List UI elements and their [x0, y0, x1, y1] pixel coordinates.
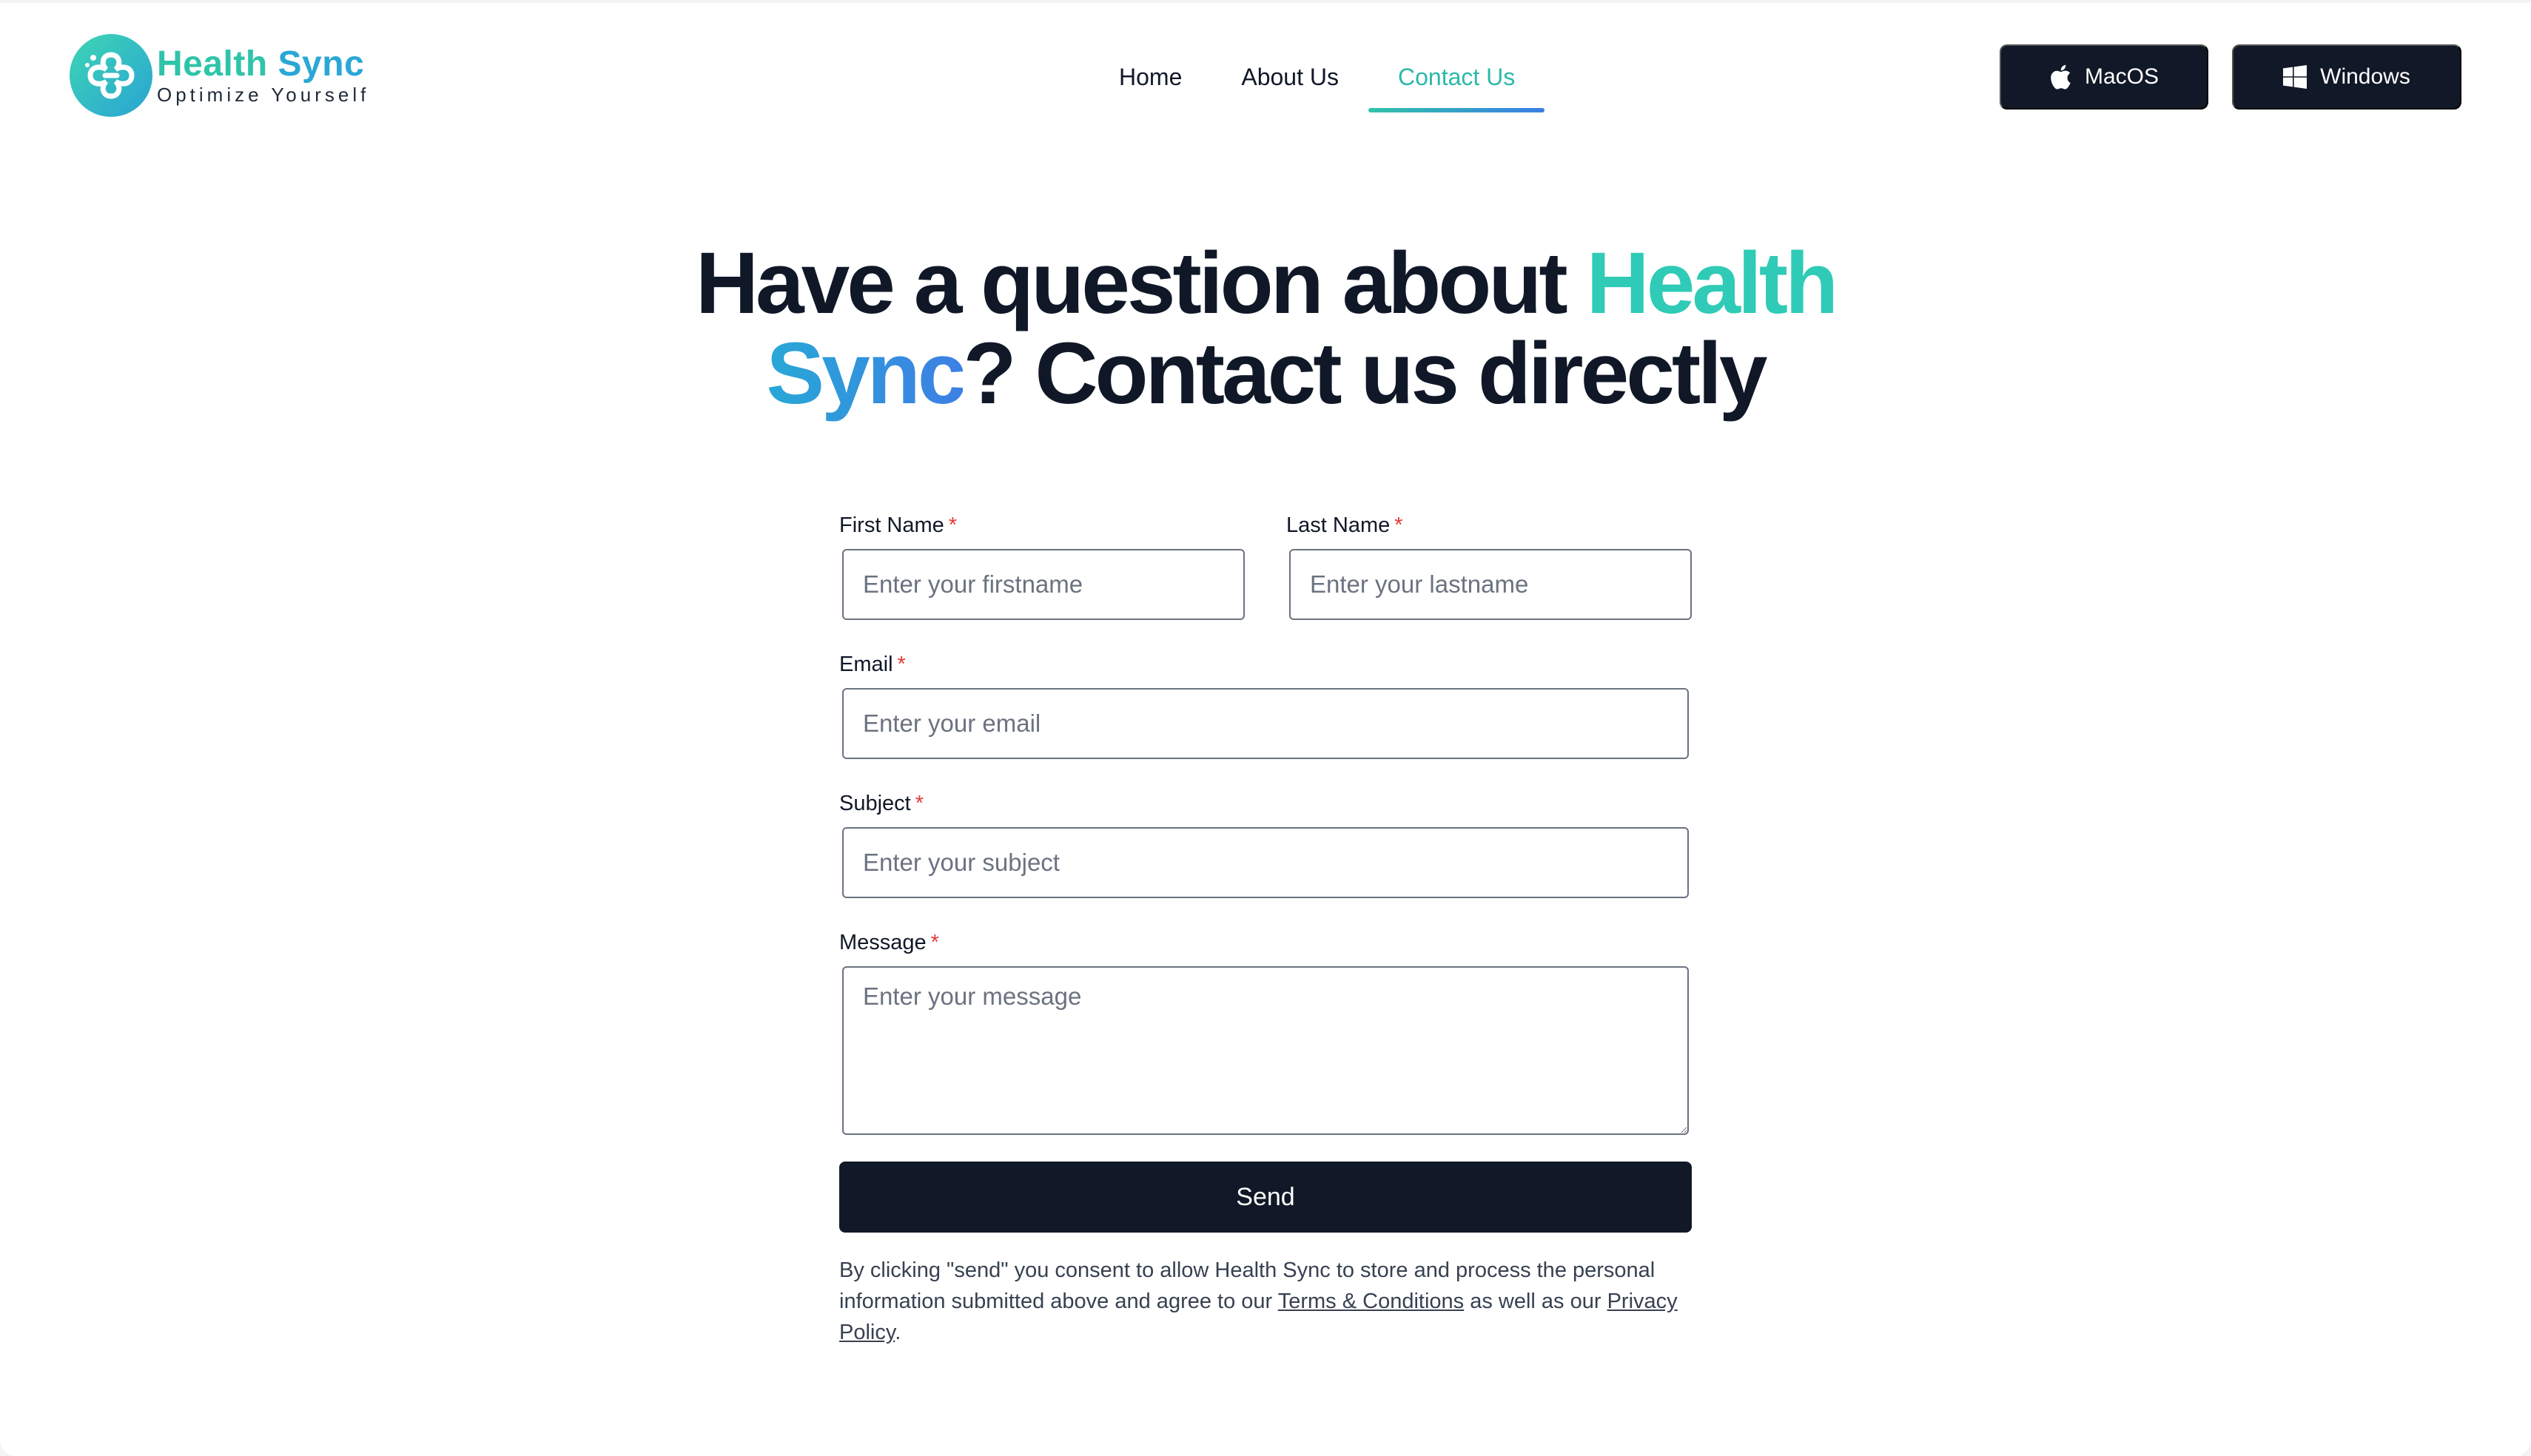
subject-label-text: Subject [839, 792, 911, 815]
subject-input[interactable] [842, 827, 1689, 898]
hero-text-part1: Have a question about [695, 235, 1587, 332]
terms-conditions-link[interactable]: Terms & Conditions [1278, 1290, 1464, 1313]
message-textarea[interactable] [842, 966, 1689, 1135]
contact-form: First Name* Last Name* Email* Subject* M… [839, 510, 1692, 1348]
required-mark: * [1394, 513, 1403, 537]
hero-accent-sync: Sync [766, 325, 966, 422]
nav-contact-us[interactable]: Contact Us [1368, 55, 1545, 112]
send-button[interactable]: Send [839, 1162, 1692, 1233]
contact-page: Health Sync Optimize Yourself Home About… [0, 3, 2531, 1456]
consent-text-middle: as well as our [1464, 1290, 1607, 1313]
email-label: Email * [839, 650, 1692, 679]
message-label: Message * [839, 928, 1692, 957]
main-nav: Home About Us Contact Us [1089, 55, 1545, 112]
download-windows-button[interactable]: Windows [2232, 44, 2461, 109]
brand-name-part2: Sync [267, 44, 365, 84]
hero-accent-health: Health [1586, 235, 1839, 332]
brand-name-part1: Health [157, 44, 268, 84]
hero-text-part2: ? Contact us directly [963, 325, 1767, 422]
required-mark: * [897, 653, 906, 676]
message-label-text: Message [839, 931, 927, 954]
brand-logo[interactable]: Health Sync Optimize Yourself [68, 33, 369, 118]
first-name-label-text: First Name [839, 513, 944, 537]
first-name-input[interactable] [842, 549, 1245, 620]
last-name-field: Last Name * [1286, 510, 1692, 620]
download-macos-button[interactable]: MacOS [2000, 44, 2208, 109]
last-name-label: Last Name * [1286, 510, 1692, 540]
first-name-field: First Name * [839, 510, 1245, 620]
message-field: Message * [839, 928, 1692, 1135]
first-name-label: First Name * [839, 510, 1245, 540]
email-input[interactable] [842, 688, 1689, 759]
required-mark: * [915, 792, 924, 815]
email-field: Email * [839, 650, 1692, 759]
apple-icon [2051, 64, 2071, 90]
consent-text-after: . [895, 1321, 901, 1344]
download-windows-label: Windows [2320, 64, 2410, 89]
subject-field: Subject * [839, 789, 1692, 898]
page-title: Have a question about Health Sync? Conta… [0, 238, 2531, 419]
consent-notice: By clicking "send" you consent to allow … [839, 1255, 1692, 1348]
required-mark: * [930, 931, 939, 954]
brand-tagline: Optimize Yourself [157, 84, 370, 106]
nav-about-us[interactable]: About Us [1211, 55, 1368, 107]
last-name-label-text: Last Name [1286, 513, 1391, 537]
health-sync-logo-icon [70, 34, 152, 117]
download-macos-label: MacOS [2084, 64, 2159, 89]
email-label-text: Email [839, 653, 893, 676]
nav-home[interactable]: Home [1089, 55, 1211, 107]
required-mark: * [948, 513, 958, 537]
windows-icon [2283, 65, 2308, 89]
brand-name: Health Sync [157, 45, 369, 84]
last-name-input[interactable] [1289, 549, 1692, 620]
subject-label: Subject * [839, 789, 1692, 818]
